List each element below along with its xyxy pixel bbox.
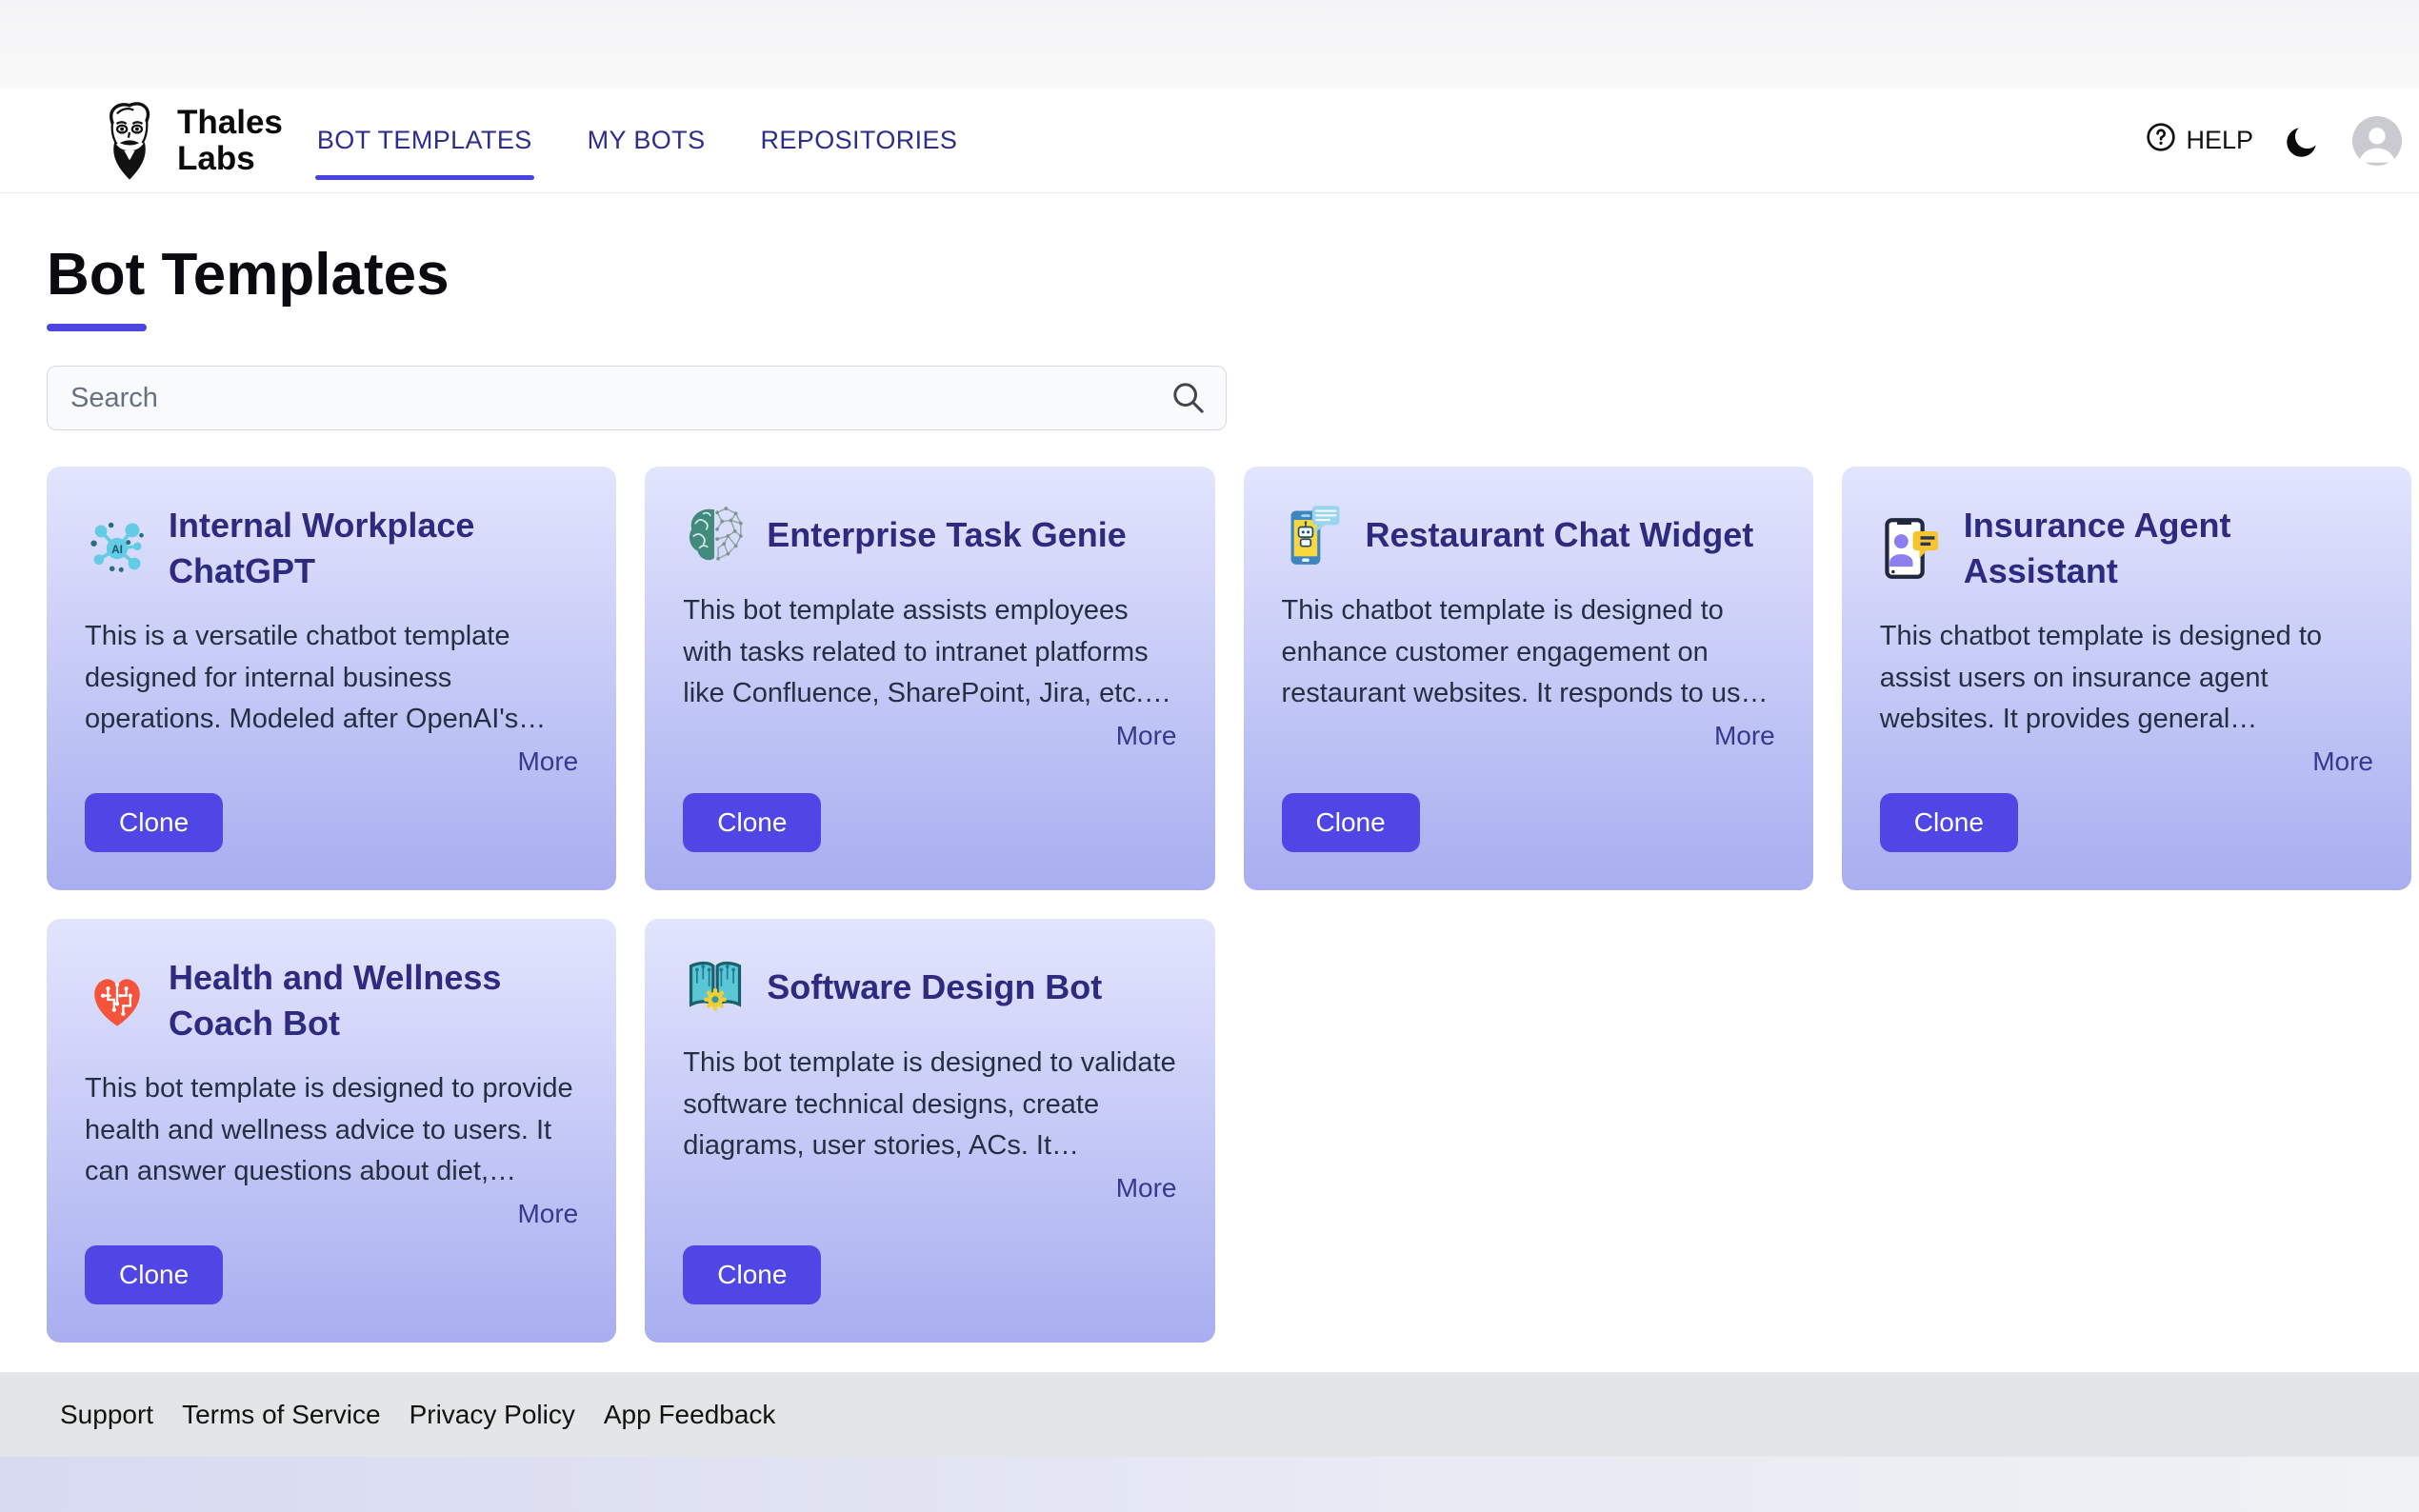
- app-footer: Support Terms of Service Privacy Policy …: [0, 1372, 2419, 1457]
- card-title: Internal Workplace ChatGPT: [169, 503, 578, 593]
- app-viewport: Thales Labs BOT TEMPLATES MY BOTS REPOSI…: [0, 0, 2419, 1512]
- bot-template-card: Enterprise Task Genie This bot template …: [645, 467, 1214, 890]
- help-circle-icon: [2146, 122, 2176, 159]
- bot-template-card: Insurance Agent Assistant This chatbot t…: [1842, 467, 2411, 890]
- card-description: This bot template assists employees with…: [683, 590, 1176, 715]
- header-right: HELP: [2146, 116, 2402, 166]
- bot-template-card: AI Internal Workplace ChatGPT This is a …: [47, 467, 616, 890]
- main-content: Bot Templates: [0, 193, 2419, 1372]
- footer-link-privacy[interactable]: Privacy Policy: [410, 1400, 575, 1430]
- circuit-heart-icon: [85, 968, 150, 1033]
- tab-my-bots[interactable]: MY BOTS: [588, 126, 706, 155]
- footer-link-terms[interactable]: Terms of Service: [182, 1400, 381, 1430]
- card-description: This is a versatile chatbot template des…: [85, 616, 578, 741]
- card-title: Software Design Bot: [767, 965, 1102, 1010]
- brand-name: Thales Labs: [177, 105, 283, 175]
- philosopher-face-icon: [95, 99, 164, 183]
- book-gear-icon: [683, 955, 748, 1020]
- user-avatar-icon[interactable]: [2352, 116, 2402, 166]
- page-title: Bot Templates: [47, 241, 2411, 308]
- search-icon: [1170, 379, 1208, 422]
- page-background-top: [0, 0, 2419, 89]
- moon-icon[interactable]: [2284, 122, 2322, 160]
- phone-chat-icon: [1282, 503, 1347, 567]
- card-description: This bot template is designed to validat…: [683, 1043, 1176, 1167]
- card-title: Restaurant Chat Widget: [1366, 512, 1754, 558]
- bot-template-card: Software Design Bot This bot template is…: [645, 919, 1214, 1343]
- insurance-tablet-icon: [1880, 516, 1945, 581]
- more-link[interactable]: More: [1714, 721, 1775, 751]
- card-title: Insurance Agent Assistant: [1964, 503, 2373, 593]
- clone-button[interactable]: Clone: [683, 793, 821, 852]
- more-link[interactable]: More: [517, 746, 578, 777]
- more-link[interactable]: More: [1116, 1173, 1177, 1204]
- tab-bot-templates[interactable]: BOT TEMPLATES: [317, 126, 532, 155]
- search-input[interactable]: [47, 366, 1227, 430]
- clone-button[interactable]: Clone: [1282, 793, 1420, 852]
- footer-link-feedback[interactable]: App Feedback: [604, 1400, 776, 1430]
- bot-template-card: Restaurant Chat Widget This chatbot temp…: [1244, 467, 1813, 890]
- card-description: This chatbot template is designed to enh…: [1282, 590, 1775, 715]
- card-title: Enterprise Task Genie: [767, 512, 1127, 558]
- brand-logo-home[interactable]: Thales Labs: [95, 99, 283, 183]
- tab-repositories[interactable]: REPOSITORIES: [760, 126, 957, 155]
- brain-network-icon: [683, 503, 748, 567]
- app-header: Thales Labs BOT TEMPLATES MY BOTS REPOSI…: [0, 89, 2419, 193]
- more-link[interactable]: More: [1116, 721, 1177, 751]
- clone-button[interactable]: Clone: [683, 1245, 821, 1304]
- help-label: HELP: [2186, 126, 2253, 155]
- bot-template-grid: AI Internal Workplace ChatGPT This is a …: [47, 467, 2411, 1343]
- page-background-bottom: [0, 1457, 2419, 1512]
- help-button[interactable]: HELP: [2146, 122, 2253, 159]
- card-description: This chatbot template is designed to ass…: [1880, 616, 2373, 741]
- clone-button[interactable]: Clone: [85, 1245, 223, 1304]
- bot-template-card: Health and Wellness Coach Bot This bot t…: [47, 919, 616, 1343]
- card-title: Health and Wellness Coach Bot: [169, 955, 578, 1045]
- clone-button[interactable]: Clone: [1880, 793, 2018, 852]
- ai-network-icon: AI: [85, 516, 150, 581]
- main-nav: BOT TEMPLATES MY BOTS REPOSITORIES: [317, 126, 957, 155]
- search-bar: [47, 366, 1227, 430]
- card-description: This bot template is designed to provide…: [85, 1068, 578, 1193]
- more-link[interactable]: More: [2312, 746, 2373, 777]
- clone-button[interactable]: Clone: [85, 793, 223, 852]
- more-link[interactable]: More: [517, 1199, 578, 1229]
- footer-link-support[interactable]: Support: [60, 1400, 153, 1430]
- title-accent-bar: [47, 324, 147, 331]
- svg-text:AI: AI: [111, 543, 123, 555]
